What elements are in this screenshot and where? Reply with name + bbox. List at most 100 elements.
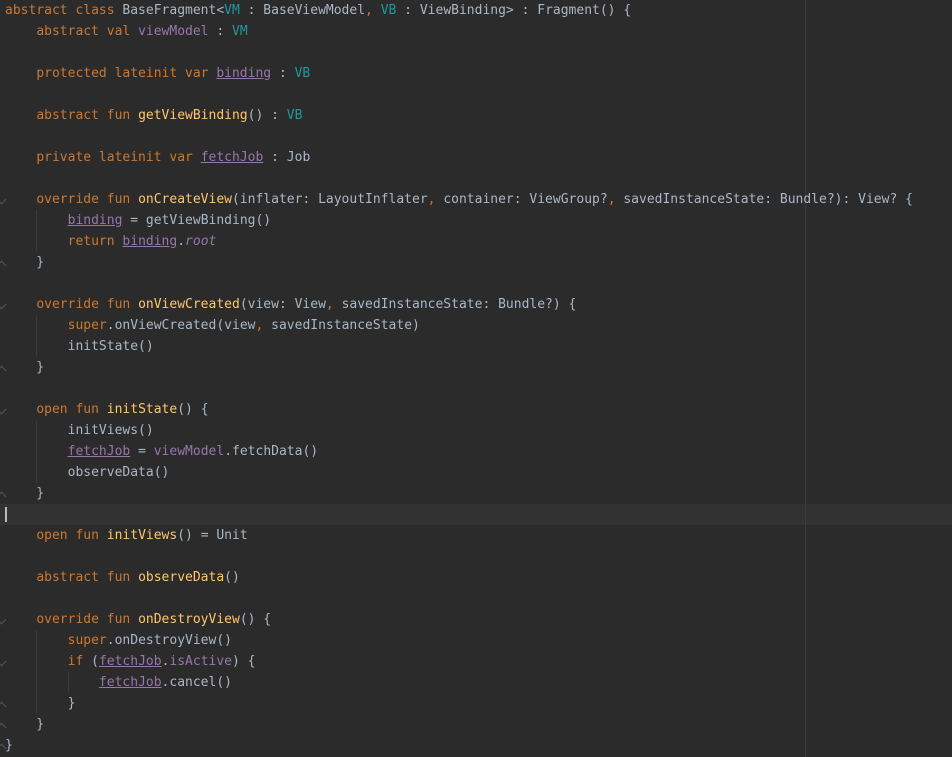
code-text: } (5, 252, 44, 273)
code-token: .onDestroyView() (106, 633, 232, 648)
code-line[interactable]: super.onDestroyView() (0, 630, 952, 651)
code-line[interactable]: abstract class BaseFragment<VM : BaseVie… (0, 0, 952, 21)
code-text: return binding.root (5, 231, 217, 252)
code-token: : (271, 66, 295, 81)
code-token: } (5, 717, 45, 732)
code-token: , (365, 3, 381, 18)
code-token: } (5, 255, 45, 270)
code-line[interactable] (0, 273, 952, 294)
code-line[interactable] (0, 588, 952, 609)
code-line[interactable]: abstract val viewModel : VM (0, 21, 952, 42)
code-line[interactable] (0, 378, 952, 399)
code-text: protected lateinit var binding : VB (5, 63, 310, 84)
code-text: super.onViewCreated(view, savedInstanceS… (5, 315, 420, 336)
code-token: binding (216, 66, 272, 81)
code-token: abstract val (36, 24, 139, 39)
code-line[interactable]: } (0, 483, 952, 504)
code-line[interactable]: initViews() (0, 420, 952, 441)
code-line[interactable] (0, 168, 952, 189)
code-line[interactable]: } (0, 735, 952, 756)
code-line[interactable]: override fun onCreateView(inflater: Layo… (0, 189, 952, 210)
code-text: abstract val viewModel : VM (5, 21, 248, 42)
code-line[interactable]: } (0, 252, 952, 273)
code-token: savedInstanceState) (271, 318, 420, 333)
code-text: if (fetchJob.isActive) { (5, 651, 256, 672)
code-line[interactable]: fetchJob = viewModel.fetchData() (0, 441, 952, 462)
code-token: protected lateinit var (36, 66, 217, 81)
code-line[interactable]: } (0, 357, 952, 378)
code-line[interactable]: abstract fun observeData() (0, 567, 952, 588)
code-line[interactable]: if (fetchJob.isActive) { (0, 651, 952, 672)
code-token: private lateinit var (36, 150, 201, 165)
code-line[interactable]: protected lateinit var binding : VB (0, 63, 952, 84)
code-token: abstract fun (36, 570, 139, 585)
code-token: } (5, 738, 13, 753)
code-token: } (5, 696, 76, 711)
code-token: initViews (106, 528, 178, 543)
code-text: } (5, 693, 76, 714)
code-text: abstract fun observeData() (5, 567, 240, 588)
code-text: initViews() (5, 420, 154, 441)
code-token: fetchJob (98, 675, 162, 690)
code-token: initState (106, 402, 178, 417)
code-token: abstract class (5, 3, 123, 18)
code-line[interactable]: override fun onViewCreated(view: View, s… (0, 294, 952, 315)
code-line[interactable]: override fun onDestroyView() { (0, 609, 952, 630)
code-text: abstract class BaseFragment<VM : BaseVie… (5, 0, 631, 21)
code-token: fetchJob (98, 654, 162, 669)
code-token: VM (232, 24, 248, 39)
code-token: super (67, 633, 107, 648)
code-token: .cancel() (161, 675, 232, 690)
code-token: = getViewBinding() (122, 213, 272, 228)
code-token: VB (294, 66, 311, 81)
code-lines[interactable]: abstract class BaseFragment<VM : BaseVie… (0, 0, 952, 756)
code-line[interactable]: binding = getViewBinding() (0, 210, 952, 231)
code-token: : ViewBinding> : Fragment() { (396, 3, 632, 18)
text-caret (5, 507, 7, 522)
code-line[interactable] (0, 504, 952, 525)
code-line[interactable]: open fun initState() { (0, 399, 952, 420)
code-line[interactable] (0, 84, 952, 105)
code-token: root (185, 234, 217, 249)
code-token: , (607, 192, 624, 207)
code-text: initState() (5, 336, 154, 357)
code-editor[interactable]: abstract class BaseFragment<VM : BaseVie… (0, 0, 952, 757)
code-token: viewModel (138, 24, 209, 39)
code-token: (inflater: LayoutInflater (231, 192, 428, 207)
code-token: VB (380, 3, 397, 18)
code-line[interactable]: return binding.root (0, 231, 952, 252)
code-line[interactable]: fetchJob.cancel() (0, 672, 952, 693)
code-line[interactable]: abstract fun getViewBinding() : VB (0, 105, 952, 126)
code-line[interactable]: initState() (0, 336, 952, 357)
code-line[interactable]: } (0, 714, 952, 735)
code-line[interactable] (0, 126, 952, 147)
code-text: fetchJob.cancel() (5, 672, 232, 693)
code-line[interactable]: observeData() (0, 462, 952, 483)
code-text: fetchJob = viewModel.fetchData() (5, 441, 318, 462)
code-line[interactable]: private lateinit var fetchJob : Job (0, 147, 952, 168)
code-token: VB (286, 108, 303, 123)
code-line[interactable]: } (0, 693, 952, 714)
code-token: (view: View (239, 297, 326, 312)
code-line[interactable]: super.onViewCreated(view, savedInstanceS… (0, 315, 952, 336)
code-token: fetchJob (200, 150, 264, 165)
code-line[interactable] (0, 42, 952, 63)
code-line[interactable]: open fun initViews() = Unit (0, 525, 952, 546)
code-token: observeData (138, 570, 225, 585)
code-text: } (5, 735, 13, 756)
code-token: } (5, 486, 45, 501)
code-token: return (67, 234, 123, 249)
code-line[interactable] (0, 546, 952, 567)
